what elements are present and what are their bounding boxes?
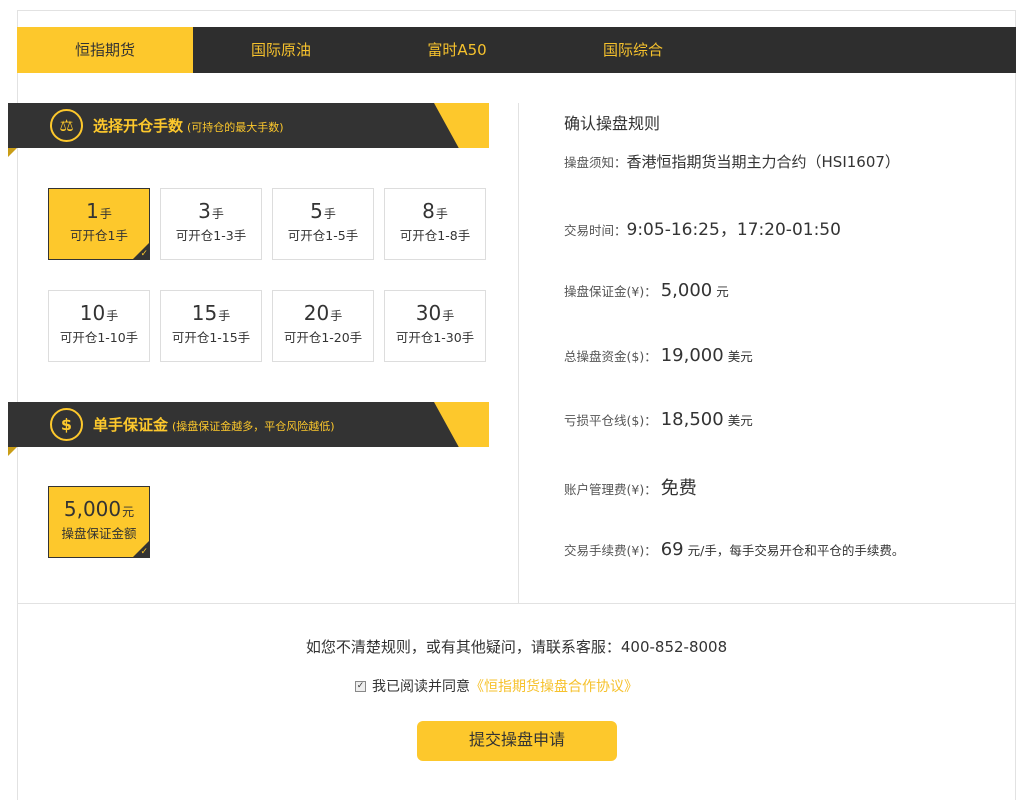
submit-button[interactable]: 提交操盘申请 <box>417 721 617 761</box>
lots-section-header: ⚖ 选择开仓手数 (可持仓的最大手数) <box>8 103 489 157</box>
check-icon: ✓ <box>133 541 149 557</box>
lot-option-30[interactable]: 30手 可开仓1-30手 <box>384 290 486 362</box>
agreement-link[interactable]: 《恒指期货操盘合作协议》 <box>470 676 638 696</box>
margin-section-header: $ 单手保证金 (操盘保证金越多，平仓风险越低) <box>8 402 489 456</box>
tab-ftse-a50[interactable]: 富时A50 <box>369 27 545 73</box>
lot-option-8[interactable]: 8手 可开仓1-8手 <box>384 188 486 260</box>
rule-commission: 交易手续费(¥)： 69 元/手，每手交易开仓和平仓的手续费。 <box>564 539 905 560</box>
tab-hsi-futures[interactable]: 恒指期货 <box>17 27 193 73</box>
check-icon: ✓ <box>133 243 149 259</box>
rule-stop-line: 亏损平仓线($)： 18,500 美元 <box>564 409 753 430</box>
column-divider <box>518 103 519 603</box>
lots-section-note: (可持仓的最大手数) <box>187 121 284 134</box>
lot-option-5[interactable]: 5手 可开仓1-5手 <box>272 188 374 260</box>
rule-margin: 操盘保证金(¥)： 5,000 元 <box>564 280 729 301</box>
rule-total-funds: 总操盘资金($)： 19,000 美元 <box>564 345 753 366</box>
tab-crude-oil[interactable]: 国际原油 <box>193 27 369 73</box>
lot-option-15[interactable]: 15手 可开仓1-15手 <box>160 290 262 362</box>
product-tabs: 恒指期货 国际原油 富时A50 国际综合 <box>17 27 1016 73</box>
footer-divider <box>17 603 1016 604</box>
agree-checkbox[interactable]: ✓ <box>355 680 366 692</box>
margin-option-5000[interactable]: 5,000元 操盘保证金额 ✓ <box>48 486 150 558</box>
lot-option-3[interactable]: 3手 可开仓1-3手 <box>160 188 262 260</box>
rule-trading-time: 交易时间：9:05-16:25，17:20-01:50 <box>564 220 841 240</box>
tab-international[interactable]: 国际综合 <box>545 27 721 73</box>
lot-option-10[interactable]: 10手 可开仓1-10手 <box>48 290 150 362</box>
rules-title: 确认操盘规则 <box>564 114 661 133</box>
lots-section-title: 选择开仓手数 <box>93 117 184 135</box>
rule-notice: 操盘须知：香港恒指期货当期主力合约（HSI1607） <box>564 153 900 171</box>
lot-option-1[interactable]: 1手 可开仓1手 ✓ <box>48 188 150 260</box>
agreement-row: ✓ 我已阅读并同意 《恒指期货操盘合作协议》 <box>355 676 638 696</box>
margin-section-title: 单手保证金 <box>93 416 169 434</box>
lot-option-20[interactable]: 20手 可开仓1-20手 <box>272 290 374 362</box>
margin-section-note: (操盘保证金越多，平仓风险越低) <box>172 420 335 433</box>
scale-icon: ⚖ <box>50 109 83 142</box>
rule-management-fee: 账户管理费(¥)： 免费 <box>564 478 697 499</box>
contact-text: 如您不清楚规则，或有其他疑问，请联系客服：400-852-8008 <box>305 638 728 656</box>
dollar-icon: $ <box>50 408 83 441</box>
agree-text: 我已阅读并同意 <box>372 679 470 695</box>
